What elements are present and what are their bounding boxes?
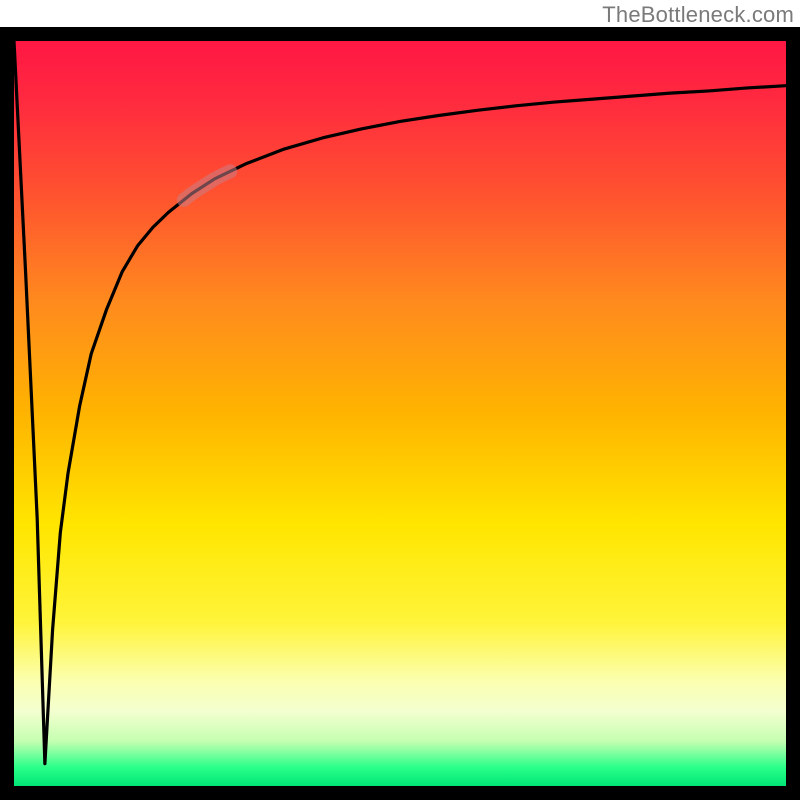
watermark-text: TheBottleneck.com xyxy=(602,2,794,28)
gradient-background xyxy=(14,41,786,786)
chart-stage: TheBottleneck.com xyxy=(0,0,800,800)
bottleneck-chart xyxy=(0,0,800,800)
